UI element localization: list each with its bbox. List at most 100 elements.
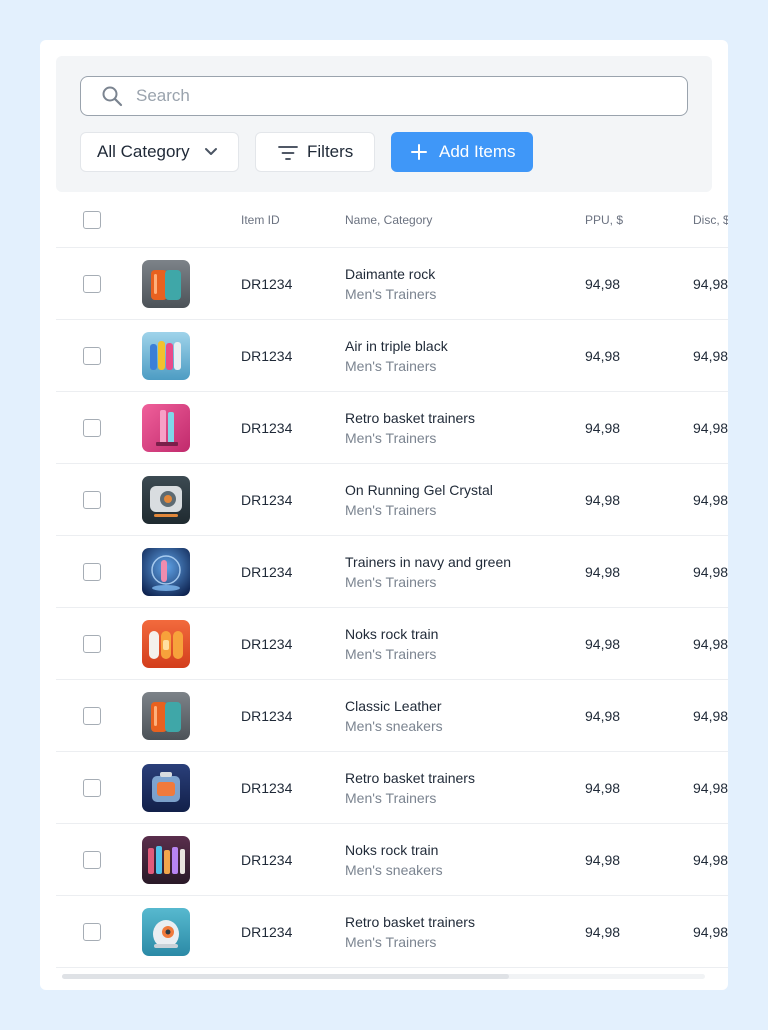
item-name: On Running Gel Crystal	[345, 482, 493, 498]
item-ppu: 94,98	[585, 924, 621, 940]
item-ppu: 94,98	[585, 492, 621, 508]
item-id: DR1234	[241, 852, 293, 868]
item-category: Men's Trainers	[345, 286, 437, 302]
toolbar: All Category Filters Add Items	[56, 56, 712, 192]
item-id: DR1234	[241, 708, 293, 724]
items-panel: All Category Filters Add Items Item ID	[40, 40, 728, 990]
item-id: DR1234	[241, 276, 293, 292]
items-table: Item ID Name, Category PPU, $ Disc, $ DR…	[56, 192, 728, 968]
category-dropdown[interactable]: All Category	[80, 132, 239, 172]
item-ppu: 94,98	[585, 780, 621, 796]
item-category: Men's Trainers	[345, 574, 437, 590]
row-checkbox[interactable]	[83, 563, 101, 581]
item-category: Men's sneakers	[345, 862, 443, 878]
table-row[interactable]: DR1234 Noks rock train Men's sneakers 94…	[56, 824, 728, 896]
table-row[interactable]: DR1234 Retro basket trainers Men's Train…	[56, 752, 728, 824]
filter-icon	[278, 146, 298, 160]
item-category: Men's Trainers	[345, 358, 437, 374]
item-name: Daimante rock	[345, 266, 436, 282]
chevron-down-icon	[205, 148, 217, 155]
item-name: Classic Leather	[345, 698, 442, 714]
row-checkbox[interactable]	[83, 275, 101, 293]
item-disc: 94,98	[693, 492, 728, 508]
row-checkbox[interactable]	[83, 923, 101, 941]
item-id: DR1234	[241, 780, 293, 796]
item-name: Trainers in navy and green	[345, 554, 512, 570]
item-id: DR1234	[241, 348, 293, 364]
product-thumbnail	[142, 332, 190, 380]
product-thumbnail	[142, 260, 190, 308]
item-id: DR1234	[241, 420, 293, 436]
item-disc: 94,98	[693, 708, 728, 724]
select-all-checkbox[interactable]	[83, 211, 101, 229]
table-row[interactable]: DR1234 Retro basket trainers Men's Train…	[56, 896, 728, 968]
search-icon	[102, 86, 123, 107]
column-header-item-id[interactable]: Item ID	[241, 213, 280, 227]
table-row[interactable]: DR1234 Noks rock train Men's Trainers 94…	[56, 608, 728, 680]
item-name: Noks rock train	[345, 842, 439, 858]
row-checkbox[interactable]	[83, 347, 101, 365]
item-id: DR1234	[241, 924, 293, 940]
item-id: DR1234	[241, 492, 293, 508]
item-name: Air in triple black	[345, 338, 448, 354]
item-disc: 94,98	[693, 276, 728, 292]
item-category: Men's Trainers	[345, 502, 437, 518]
item-name: Retro basket trainers	[345, 410, 475, 426]
table-row[interactable]: DR1234 Daimante rock Men's Trainers 94,9…	[56, 248, 728, 320]
product-thumbnail	[142, 404, 190, 452]
column-header-disc[interactable]: Disc, $	[693, 213, 728, 227]
table-row[interactable]: DR1234 On Running Gel Crystal Men's Trai…	[56, 464, 728, 536]
item-ppu: 94,98	[585, 708, 621, 724]
item-ppu: 94,98	[585, 636, 621, 652]
table-row[interactable]: DR1234 Classic Leather Men's sneakers 94…	[56, 680, 728, 752]
scrollbar-thumb[interactable]	[62, 974, 509, 979]
item-ppu: 94,98	[585, 564, 621, 580]
item-ppu: 94,98	[585, 348, 621, 364]
add-items-button[interactable]: Add Items	[391, 132, 533, 172]
item-name: Noks rock train	[345, 626, 439, 642]
row-checkbox[interactable]	[83, 851, 101, 869]
table-row[interactable]: DR1234 Trainers in navy and green Men's …	[56, 536, 728, 608]
item-ppu: 94,98	[585, 852, 621, 868]
product-thumbnail	[142, 764, 190, 812]
item-category: Men's Trainers	[345, 430, 437, 446]
item-name: Retro basket trainers	[345, 770, 475, 786]
row-checkbox[interactable]	[83, 491, 101, 509]
item-ppu: 94,98	[585, 276, 621, 292]
table-header: Item ID Name, Category PPU, $ Disc, $	[56, 192, 728, 248]
plus-icon	[411, 144, 427, 160]
product-thumbnail	[142, 476, 190, 524]
item-category: Men's sneakers	[345, 718, 443, 734]
table-row[interactable]: DR1234 Air in triple black Men's Trainer…	[56, 320, 728, 392]
item-category: Men's Trainers	[345, 934, 437, 950]
column-header-ppu[interactable]: PPU, $	[585, 213, 623, 227]
table-body: DR1234 Daimante rock Men's Trainers 94,9…	[56, 248, 728, 968]
product-thumbnail	[142, 836, 190, 884]
item-id: DR1234	[241, 636, 293, 652]
item-category: Men's Trainers	[345, 790, 437, 806]
item-disc: 94,98	[693, 420, 728, 436]
product-thumbnail	[142, 908, 190, 956]
horizontal-scrollbar[interactable]	[62, 974, 705, 979]
item-disc: 94,98	[693, 780, 728, 796]
product-thumbnail	[142, 692, 190, 740]
filters-button[interactable]: Filters	[255, 132, 375, 172]
item-ppu: 94,98	[585, 420, 621, 436]
table-row[interactable]: DR1234 Retro basket trainers Men's Train…	[56, 392, 728, 464]
add-items-label: Add Items	[439, 142, 516, 161]
filters-label: Filters	[307, 142, 354, 161]
item-name: Retro basket trainers	[345, 914, 475, 930]
search-input[interactable]	[136, 77, 676, 115]
item-disc: 94,98	[693, 636, 728, 652]
row-checkbox[interactable]	[83, 707, 101, 725]
product-thumbnail	[142, 620, 190, 668]
column-header-name-category[interactable]: Name, Category	[345, 213, 432, 227]
item-disc: 94,98	[693, 852, 728, 868]
row-checkbox[interactable]	[83, 419, 101, 437]
category-dropdown-label: All Category	[97, 142, 190, 161]
row-checkbox[interactable]	[83, 779, 101, 797]
search-box[interactable]	[80, 76, 688, 116]
row-checkbox[interactable]	[83, 635, 101, 653]
item-disc: 94,98	[693, 348, 728, 364]
item-category: Men's Trainers	[345, 646, 437, 662]
